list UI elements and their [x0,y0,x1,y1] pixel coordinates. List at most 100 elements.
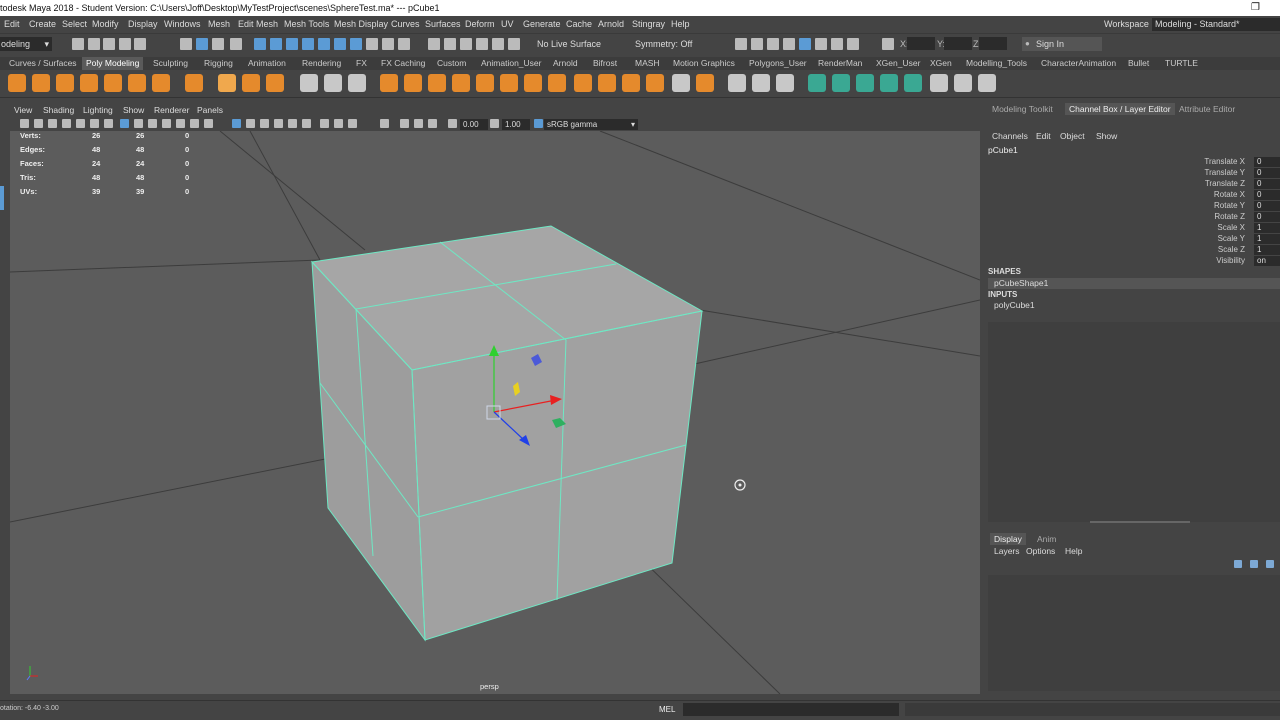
marquee-icon[interactable] [460,38,472,50]
triangulate-icon[interactable] [574,74,592,92]
shelf-tab-polygons-user[interactable]: Polygons_User [749,57,807,70]
soft-select-icon[interactable] [508,38,520,50]
image-plane-icon[interactable] [62,119,71,128]
redo-icon[interactable] [134,38,146,50]
mel-command-input[interactable] [683,703,899,716]
shelf-tab-sculpting[interactable]: Sculpting [153,57,188,70]
attr-translate-y-label[interactable]: Translate Y [1205,167,1245,178]
spherical-uv-icon[interactable] [880,74,898,92]
attr-translate-z-label[interactable]: Translate Z [1205,178,1245,189]
resolution-gate-icon[interactable] [148,119,157,128]
menu-curves[interactable]: Curves [391,16,420,32]
shelf-tab-mash[interactable]: MASH [635,57,660,70]
poly-plane-icon[interactable] [128,74,146,92]
anti-alias-icon[interactable] [348,119,357,128]
camera-attr-icon[interactable] [34,119,43,128]
quad-draw-icon[interactable] [776,74,794,92]
menu-select[interactable]: Select [62,16,87,32]
shelf-tab-xgen[interactable]: XGen [930,57,952,70]
gamma-field[interactable]: 1.00 [502,119,530,130]
fill-hole-icon[interactable] [476,74,494,92]
snap-curve-icon[interactable] [270,38,282,50]
new-scene-icon[interactable] [72,38,84,50]
pause-icon[interactable] [847,38,859,50]
shelf-tab-rendering[interactable]: Rendering [302,57,341,70]
menu-uv[interactable]: UV [501,16,514,32]
attr-translate-y-value[interactable]: 0 [1254,168,1280,178]
snap-plane-icon[interactable] [302,38,314,50]
poly-torus-icon[interactable] [104,74,122,92]
arnold-render-icon[interactable] [815,38,827,50]
lattice-icon[interactable] [954,74,972,92]
viewport-menu-renderer[interactable]: Renderer [154,104,189,117]
viewport-menu-show[interactable]: Show [123,104,144,117]
multi-cut-icon[interactable] [672,74,690,92]
smooth-shade-icon[interactable] [246,119,255,128]
menu-deform[interactable]: Deform [465,16,495,32]
attr-rotate-x-label[interactable]: Rotate X [1214,189,1245,200]
selected-object-name[interactable]: pCube1 [988,145,1018,155]
open-scene-icon[interactable] [88,38,100,50]
select-object-icon[interactable] [196,38,208,50]
separate-icon[interactable] [324,74,342,92]
shelf-tab-arnold[interactable]: Arnold [553,57,578,70]
attr-translate-x-value[interactable]: 0 [1254,157,1280,167]
menu-help[interactable]: Help [671,16,690,32]
menu-mesh-display[interactable]: Mesh Display [334,16,388,32]
menu-edit-mesh[interactable]: Edit Mesh [238,16,278,32]
mel-label[interactable]: MEL [659,705,675,714]
menu-surfaces[interactable]: Surfaces [425,16,461,32]
grease-pencil-icon[interactable] [90,119,99,128]
attr-scale-y-label[interactable]: Scale Y [1218,233,1245,244]
symmetry-dropdown[interactable]: Symmetry: Off [635,38,692,50]
live-surface-label[interactable]: No Live Surface [537,38,601,50]
shelf-tab-rigging[interactable]: Rigging [204,57,233,70]
cb-menu-object[interactable]: Object [1060,131,1085,141]
poly-svg-icon[interactable] [266,74,284,92]
attr-visibility-value[interactable]: on [1254,256,1280,266]
poly-platonic-icon[interactable] [185,74,203,92]
input-ops-icon[interactable] [398,38,410,50]
save-scene-icon[interactable] [103,38,115,50]
attr-rotate-x-value[interactable]: 0 [1254,190,1280,200]
shelf-tab-animation[interactable]: Animation [248,57,286,70]
safe-title-icon[interactable] [204,119,213,128]
shelf-tab-curves-surfaces[interactable]: Curves / Surfaces [9,57,77,70]
wireframe-icon[interactable] [120,119,129,128]
shelf-tab-poly-modeling[interactable]: Poly Modeling [82,57,144,70]
attr-translate-x-label[interactable]: Translate X [1204,156,1245,167]
paint-select-icon[interactable] [444,38,456,50]
safe-action-icon[interactable] [190,119,199,128]
target-weld-icon[interactable] [696,74,714,92]
shadows-icon[interactable] [302,119,311,128]
shelf-tab-character-animation[interactable]: CharacterAnimation [1041,57,1116,70]
play-icon[interactable] [831,38,843,50]
shelf-tab-fx[interactable]: FX [356,57,367,70]
viewport-menu-lighting[interactable]: Lighting [83,104,113,117]
2d-pan-icon[interactable] [76,119,85,128]
attr-scale-x-value[interactable]: 1 [1254,223,1280,233]
motion-blur-icon[interactable] [334,119,343,128]
shelf-tab-motion-graphics[interactable]: Motion Graphics [673,57,735,70]
cleanup-icon[interactable] [646,74,664,92]
ipr-render-icon[interactable] [767,38,779,50]
attr-rotate-y-label[interactable]: Rotate Y [1214,200,1245,211]
undo-icon[interactable] [119,38,131,50]
layer-new-icon[interactable] [1266,560,1274,568]
menu-cache[interactable]: Cache [566,16,592,32]
menu-edit[interactable]: Edit [4,16,20,32]
shelf-tab-renderman[interactable]: RenderMan [818,57,862,70]
tab-modeling-toolkit[interactable]: Modeling Toolkit [992,103,1053,115]
reflect-icon[interactable] [492,38,504,50]
poly-cylinder-icon[interactable] [56,74,74,92]
shelf-tab-turtle[interactable]: TURTLE [1165,57,1198,70]
snap-view-icon[interactable] [350,38,362,50]
sign-in-button[interactable]: Sign In [1022,37,1102,51]
attr-rotate-y-value[interactable]: 0 [1254,201,1280,211]
lasso-icon[interactable] [428,38,440,50]
layer-tab-anim[interactable]: Anim [1037,533,1056,545]
menu-display[interactable]: Display [128,16,158,32]
menu-modify[interactable]: Modify [92,16,119,32]
attr-visibility-label[interactable]: Visibility [1216,255,1245,266]
transform-mode-icon[interactable] [882,38,894,50]
